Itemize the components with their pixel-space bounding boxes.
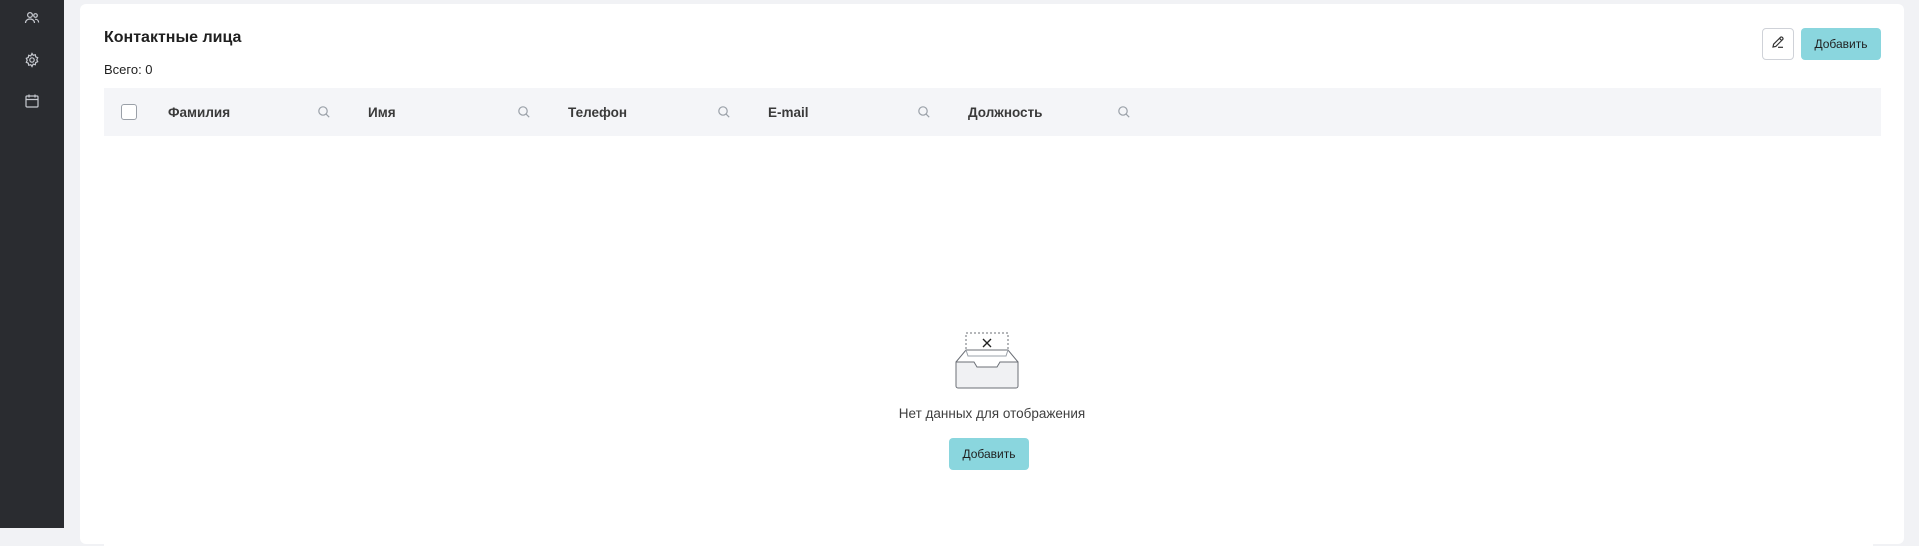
contacts-panel: Контактные лица Всего: 0 Добавить Фамили… — [80, 4, 1904, 546]
empty-message: Нет данных для отображения — [898, 406, 1086, 421]
search-icon[interactable] — [316, 104, 332, 120]
column-header-firstname[interactable]: Имя — [368, 88, 396, 136]
table-header: Фамилия Имя Телефон E-mail Должность — [104, 88, 1881, 136]
empty-inbox-icon — [955, 332, 1019, 390]
select-all-checkbox[interactable] — [121, 104, 137, 120]
search-icon[interactable] — [1116, 104, 1132, 120]
pencil-icon — [1771, 35, 1785, 54]
empty-add-button[interactable]: Добавить — [949, 438, 1029, 470]
search-icon[interactable] — [716, 104, 732, 120]
column-header-phone[interactable]: Телефон — [568, 88, 627, 136]
users-icon[interactable] — [22, 8, 42, 28]
sidebar — [0, 0, 64, 528]
column-header-lastname[interactable]: Фамилия — [168, 88, 230, 136]
gear-icon[interactable] — [22, 50, 42, 70]
edit-button[interactable] — [1762, 28, 1794, 60]
column-header-email[interactable]: E-mail — [768, 88, 809, 136]
total-count: Всего: 0 — [104, 62, 153, 77]
column-header-position[interactable]: Должность — [968, 88, 1042, 136]
search-icon[interactable] — [916, 104, 932, 120]
add-button[interactable]: Добавить — [1801, 28, 1881, 60]
calendar-icon[interactable] — [22, 91, 42, 111]
page-title: Контактные лица — [104, 29, 242, 46]
search-icon[interactable] — [516, 104, 532, 120]
